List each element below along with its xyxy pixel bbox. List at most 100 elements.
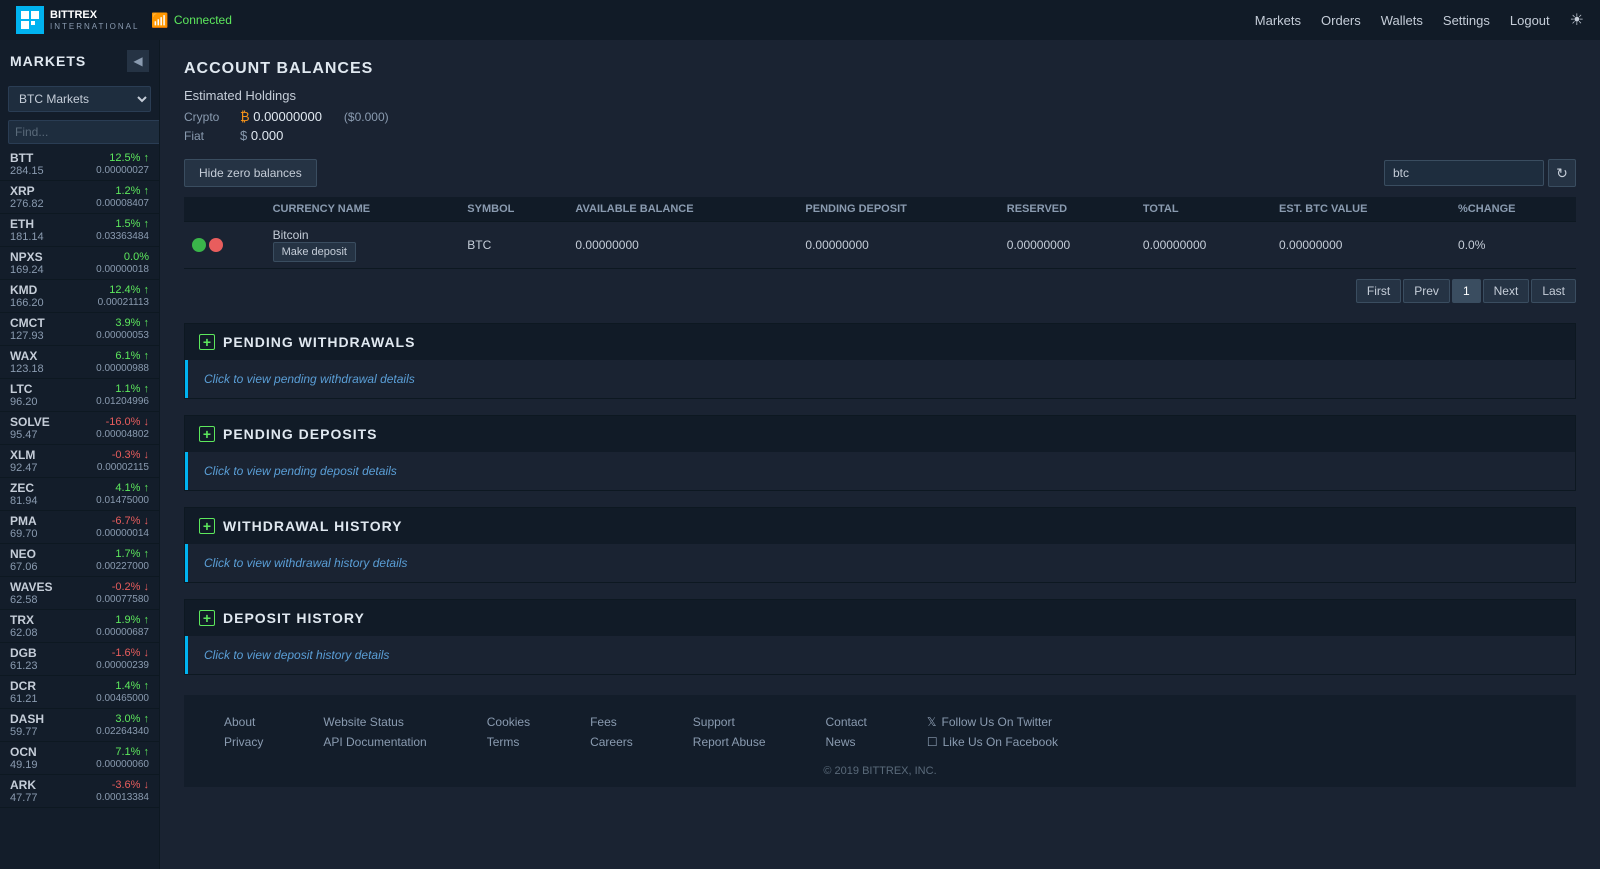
market-item[interactable]: BTT 12.5% ↑ 284.15 0.00000027 [0, 148, 159, 181]
footer-cookies[interactable]: Cookies [487, 715, 530, 729]
pending-withdrawals-link[interactable]: Click to view pending withdrawal details [204, 372, 415, 386]
market-item[interactable]: WAX 6.1% ↑ 123.18 0.00000988 [0, 346, 159, 379]
footer-support[interactable]: Support [693, 715, 766, 729]
next-page-button[interactable]: Next [1483, 279, 1530, 303]
nav-logout[interactable]: Logout [1510, 13, 1550, 28]
market-search-row: ▼ [0, 116, 159, 148]
theme-icon[interactable]: ☀ [1570, 10, 1584, 30]
market-item[interactable]: XLM -0.3% ↓ 92.47 0.00002115 [0, 445, 159, 478]
market-item[interactable]: ZEC 4.1% ↑ 81.94 0.01475000 [0, 478, 159, 511]
expand-icon: + [199, 518, 215, 534]
pending-withdrawals-header[interactable]: + PENDING WITHDRAWALS [185, 324, 1575, 360]
balance-search-input[interactable] [1384, 160, 1544, 186]
prev-page-button[interactable]: Prev [1403, 279, 1450, 303]
market-item[interactable]: XRP 1.2% ↑ 276.82 0.00008407 [0, 181, 159, 214]
market-item[interactable]: TRX 1.9% ↑ 62.08 0.00000687 [0, 610, 159, 643]
footer-col-4: Fees Careers [590, 715, 633, 749]
market-item[interactable]: PMA -6.7% ↓ 69.70 0.00000014 [0, 511, 159, 544]
market-btc: 0.00465000 [96, 693, 149, 705]
refresh-button[interactable]: ↻ [1548, 159, 1576, 187]
hide-zero-button[interactable]: Hide zero balances [184, 159, 317, 187]
pending-deposits-link[interactable]: Click to view pending deposit details [204, 464, 397, 478]
market-btc: 0.01475000 [96, 495, 149, 507]
footer-privacy[interactable]: Privacy [224, 735, 263, 749]
withdrawal-history-title: WITHDRAWAL HISTORY [223, 518, 403, 534]
deposit-history-link[interactable]: Click to view deposit history details [204, 648, 389, 662]
footer-contact[interactable]: Contact [826, 715, 867, 729]
market-item[interactable]: LTC 1.1% ↑ 96.20 0.01204996 [0, 379, 159, 412]
last-page-button[interactable]: Last [1531, 279, 1576, 303]
market-item[interactable]: KMD 12.4% ↑ 166.20 0.00021113 [0, 280, 159, 313]
market-name: DASH [10, 712, 44, 726]
market-item[interactable]: WAVES -0.2% ↓ 62.58 0.00077580 [0, 577, 159, 610]
footer-fees[interactable]: Fees [590, 715, 633, 729]
market-item[interactable]: DGB -1.6% ↓ 61.23 0.00000239 [0, 643, 159, 676]
nav-settings[interactable]: Settings [1443, 13, 1490, 28]
market-change: 1.4% ↑ [115, 680, 149, 692]
market-name: OCN [10, 745, 37, 759]
footer-careers[interactable]: Careers [590, 735, 633, 749]
deposit-history-body: Click to view deposit history details [185, 636, 1575, 674]
market-price: 62.58 [10, 594, 38, 606]
make-deposit-button[interactable]: Make deposit [273, 242, 356, 262]
market-price: 92.47 [10, 462, 38, 474]
withdrawal-history-header[interactable]: + WITHDRAWAL HISTORY [185, 508, 1575, 544]
market-item[interactable]: OCN 7.1% ↑ 49.19 0.00000060 [0, 742, 159, 775]
withdrawal-history-link[interactable]: Click to view withdrawal history details [204, 556, 407, 570]
balances-toolbar: Hide zero balances ↻ [184, 159, 1576, 187]
market-item[interactable]: DASH 3.0% ↑ 59.77 0.02264340 [0, 709, 159, 742]
change-cell: 0.0% [1450, 222, 1576, 269]
nav-wallets[interactable]: Wallets [1381, 13, 1423, 28]
market-item[interactable]: ETH 1.5% ↑ 181.14 0.03363484 [0, 214, 159, 247]
market-name: DCR [10, 679, 36, 693]
market-item[interactable]: NEO 1.7% ↑ 67.06 0.00227000 [0, 544, 159, 577]
nav-markets[interactable]: Markets [1255, 13, 1301, 28]
market-name: BTT [10, 151, 33, 165]
deposit-history-header[interactable]: + DEPOSIT HISTORY [185, 600, 1575, 636]
market-price: 127.93 [10, 330, 44, 342]
main-layout: MARKETS ◀ BTC Markets ETH Markets USDT M… [0, 40, 1600, 869]
market-item[interactable]: NPXS 0.0% 169.24 0.00000018 [0, 247, 159, 280]
market-price: 62.08 [10, 627, 38, 639]
first-page-button[interactable]: First [1356, 279, 1401, 303]
footer-col-5: Support Report Abuse [693, 715, 766, 749]
footer-terms[interactable]: Terms [487, 735, 530, 749]
crypto-holdings-row: Crypto ₿ 0.00000000 ($0.000) [184, 109, 1576, 124]
market-price: 61.23 [10, 660, 38, 672]
market-name: WAX [10, 349, 37, 363]
market-item[interactable]: ARK -3.6% ↓ 47.77 0.00013384 [0, 775, 159, 808]
table-header-row: CURRENCY NAME SYMBOL AVAILABLE BALANCE P… [184, 197, 1576, 222]
market-change: 6.1% ↑ [115, 350, 149, 362]
market-name: SOLVE [10, 415, 50, 429]
footer-about[interactable]: About [224, 715, 263, 729]
footer-facebook[interactable]: ☐ Like Us On Facebook [927, 735, 1058, 749]
footer-twitter[interactable]: 𝕏 Follow Us On Twitter [927, 715, 1058, 729]
sidebar-title: MARKETS [10, 53, 86, 69]
market-name: WAVES [10, 580, 52, 594]
pending-deposits-header[interactable]: + PENDING DEPOSITS [185, 416, 1575, 452]
footer-news[interactable]: News [826, 735, 867, 749]
market-item[interactable]: CMCT 3.9% ↑ 127.93 0.00000053 [0, 313, 159, 346]
market-select[interactable]: BTC Markets ETH Markets USDT Markets [8, 86, 151, 112]
market-item[interactable]: SOLVE -16.0% ↓ 95.47 0.00004802 [0, 412, 159, 445]
market-price: 169.24 [10, 264, 44, 276]
market-search-input[interactable] [8, 120, 160, 144]
current-page-button[interactable]: 1 [1452, 279, 1481, 303]
market-price: 69.70 [10, 528, 38, 540]
market-btc: 0.02264340 [96, 726, 149, 738]
market-change: -3.6% ↓ [112, 779, 149, 791]
footer-api-docs[interactable]: API Documentation [323, 735, 426, 749]
sidebar-collapse-button[interactable]: ◀ [127, 50, 149, 72]
market-btc: 0.00000053 [96, 330, 149, 342]
market-btc: 0.01204996 [96, 396, 149, 408]
market-price: 181.14 [10, 231, 44, 243]
footer-report-abuse[interactable]: Report Abuse [693, 735, 766, 749]
market-change: 0.0% [124, 251, 149, 263]
market-price: 59.77 [10, 726, 38, 738]
market-change: 1.9% ↑ [115, 614, 149, 626]
pending-deposits-title: PENDING DEPOSITS [223, 426, 377, 442]
available-cell: 0.00000000 [567, 222, 797, 269]
nav-orders[interactable]: Orders [1321, 13, 1361, 28]
market-item[interactable]: DCR 1.4% ↑ 61.21 0.00465000 [0, 676, 159, 709]
footer-website-status[interactable]: Website Status [323, 715, 426, 729]
